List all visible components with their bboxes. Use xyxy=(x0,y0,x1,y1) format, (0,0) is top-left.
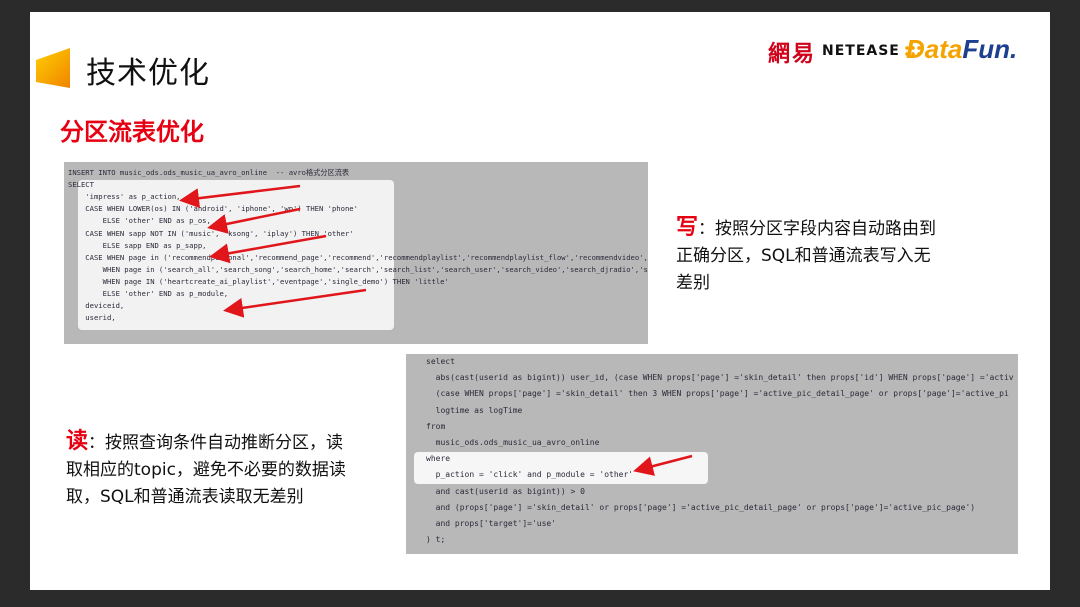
read-text-2: 取相应的topic，避免不必要的数据读 xyxy=(66,460,346,480)
arrow-p-os xyxy=(207,207,301,234)
write-text-2: 正确分区，SQL和普通流表写入无 xyxy=(676,246,931,266)
arrow-p-module xyxy=(223,288,367,318)
write-label: 写 xyxy=(676,215,699,240)
slide: 技术优化 網易 NETEASE DataFun. 分区流表优化 INSERT I… xyxy=(30,12,1050,590)
write-text-3: 差别 xyxy=(676,273,710,293)
arrow-where xyxy=(633,454,693,476)
read-text-1: ：按照查询条件自动推断分区，读 xyxy=(88,433,344,453)
read-description: 读：按照查询条件自动推断分区，读 取相应的topic，避免不必要的数据读 取，S… xyxy=(66,428,346,511)
arrow-p-sapp xyxy=(209,234,327,264)
write-description: 写：按照分区字段内容自动路由到 正确分区，SQL和普通流表写入无 差别 xyxy=(676,214,936,297)
read-label: 读 xyxy=(66,429,89,454)
read-text-3: 取，SQL和普通流表读取无差别 xyxy=(66,487,304,507)
arrow-impress xyxy=(179,184,301,209)
write-text-1: ：按照分区字段内容自动路由到 xyxy=(698,219,937,239)
